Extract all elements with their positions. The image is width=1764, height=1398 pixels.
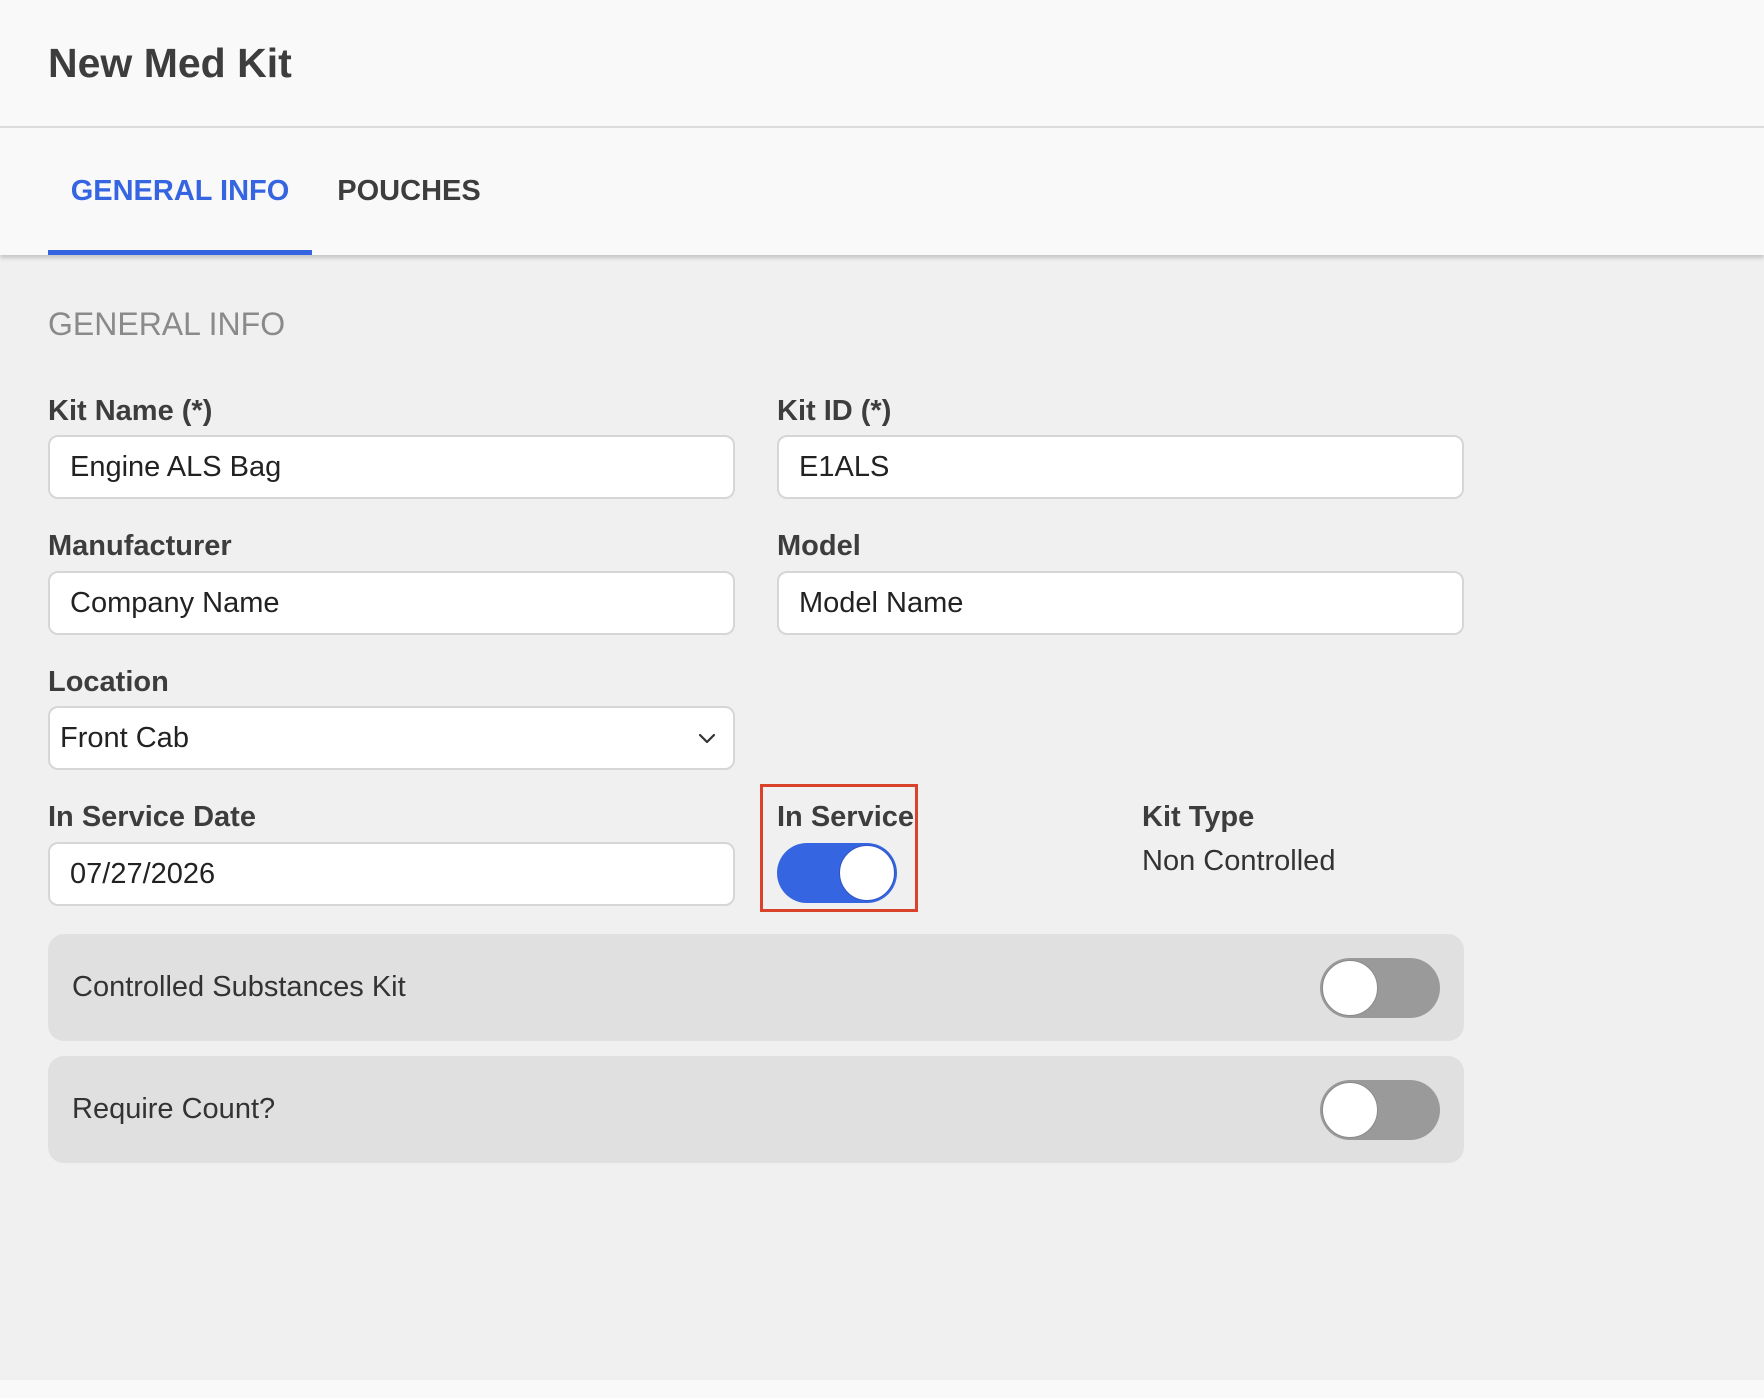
toggle-knob [1322, 1082, 1378, 1138]
location-select[interactable]: Front Cab [48, 706, 735, 770]
in-service-label: In Service [777, 801, 915, 833]
tab-pouches[interactable]: POUCHES [330, 128, 488, 255]
footer-strip [0, 1380, 1764, 1398]
manufacturer-label: Manufacturer [48, 530, 232, 562]
manufacturer-input[interactable] [48, 571, 735, 635]
kit-id-label: Kit ID (*) [777, 395, 892, 427]
tab-general-info[interactable]: GENERAL INFO [48, 128, 312, 255]
controlled-substances-label: Controlled Substances Kit [72, 971, 406, 1003]
toggle-knob [1322, 960, 1378, 1016]
location-label: Location [48, 666, 169, 698]
toggle-knob [839, 845, 895, 901]
controlled-substances-row: Controlled Substances Kit [48, 934, 1464, 1041]
kit-type-value: Non Controlled [1142, 845, 1336, 877]
require-count-row: Require Count? [48, 1056, 1464, 1163]
kit-type-label: Kit Type [1142, 801, 1255, 833]
in-service-date-input[interactable] [48, 842, 735, 906]
model-input[interactable] [777, 571, 1464, 635]
kit-name-input[interactable] [48, 435, 735, 499]
in-service-toggle[interactable] [777, 843, 897, 903]
section-title: GENERAL INFO [48, 306, 286, 342]
require-count-toggle[interactable] [1320, 1080, 1440, 1140]
require-count-label: Require Count? [72, 1093, 276, 1125]
model-label: Model [777, 530, 861, 562]
location-select-value: Front Cab [60, 722, 189, 754]
chevron-down-icon [698, 733, 716, 744]
kit-id-input[interactable] [777, 435, 1464, 499]
tab-bar: GENERAL INFO POUCHES [0, 128, 1764, 255]
controlled-substances-toggle[interactable] [1320, 958, 1440, 1018]
page-title: New Med Kit [48, 40, 292, 86]
kit-name-label: Kit Name (*) [48, 395, 213, 427]
in-service-date-label: In Service Date [48, 801, 256, 833]
page-header: New Med Kit [0, 0, 1764, 128]
